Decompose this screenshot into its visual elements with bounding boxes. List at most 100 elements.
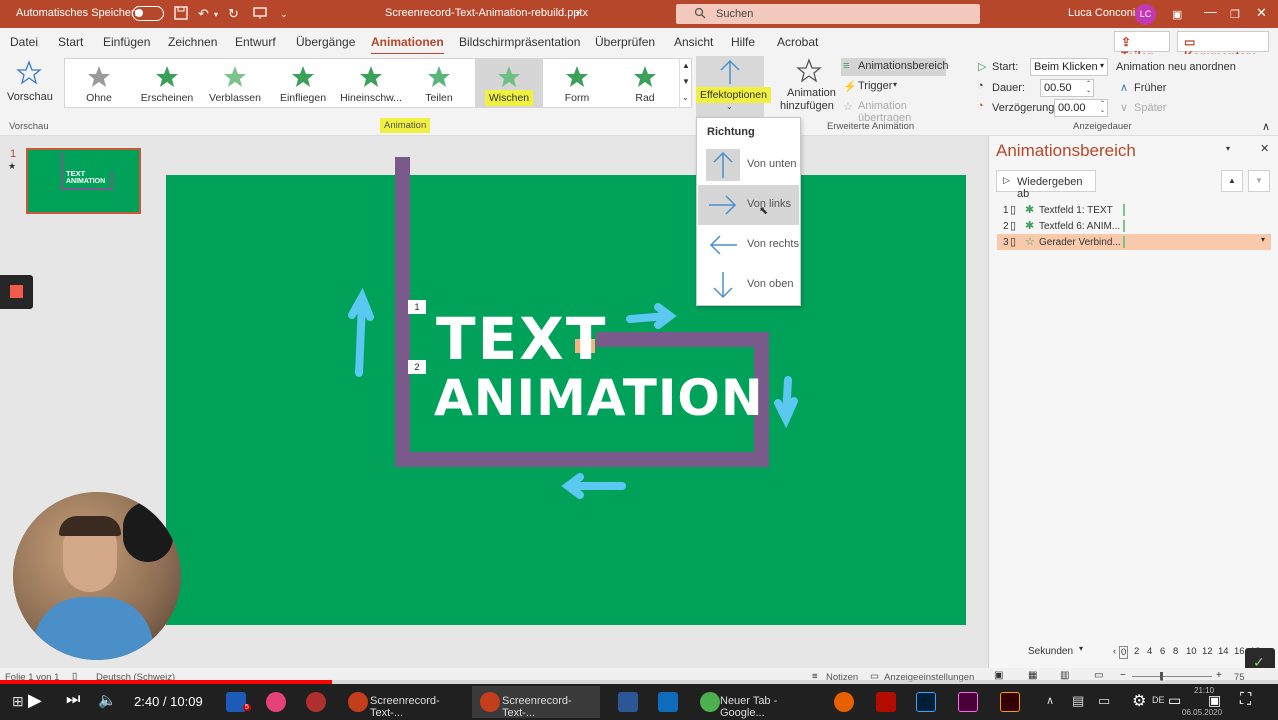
- subtitles-icon[interactable]: ▤: [1072, 693, 1084, 709]
- effect-hineinschweben[interactable]: Hineinschw...: [337, 59, 405, 107]
- present-icon[interactable]: [253, 6, 267, 23]
- avatar[interactable]: LC: [1135, 4, 1156, 25]
- tab-ueberpruefen[interactable]: Überprüfen: [595, 35, 655, 49]
- move-up-button[interactable]: ▲: [1221, 170, 1243, 192]
- animation-list-item[interactable]: 1 ▯ ✱ Textfeld 1: TEXT: [997, 202, 1271, 218]
- gallery-more-icon[interactable]: ⌄: [682, 93, 689, 102]
- animation-list-item[interactable]: 2 ▯ ✱ Textfeld 6: ANIM...: [997, 218, 1271, 234]
- start-select[interactable]: Beim Klicken ▾: [1030, 58, 1108, 76]
- direction-from-bottom[interactable]: Von unten: [698, 145, 799, 185]
- tab-hilfe[interactable]: Hilfe: [731, 35, 755, 49]
- tab-bildschirmpraesentation[interactable]: Bildschirmpräsentation: [459, 35, 580, 49]
- animation-pane-button[interactable]: ≡ Animationsbereich: [841, 58, 949, 76]
- preview-button[interactable]: Vorschau: [4, 58, 53, 114]
- effect-options-button[interactable]: Effektoptionen ⌄: [696, 56, 771, 118]
- later-button[interactable]: Später: [1134, 102, 1166, 114]
- tab-datei[interactable]: Datei: [10, 35, 38, 49]
- miniplayer-icon[interactable]: ▣: [1208, 692, 1221, 709]
- save-icon[interactable]: [174, 6, 188, 23]
- timeline-left-icon[interactable]: ‹: [1113, 646, 1116, 656]
- title-dropdown-icon[interactable]: ▾: [576, 9, 580, 18]
- duration-input[interactable]: 00.50 ⌃ ⌄: [1040, 79, 1094, 97]
- comments-button[interactable]: ▭ Kommentare: [1177, 31, 1269, 63]
- earlier-button[interactable]: Früher: [1134, 82, 1166, 94]
- direction-from-top[interactable]: Von oben: [698, 265, 799, 305]
- trigger-button[interactable]: ⚡ Trigger ▾: [843, 78, 943, 96]
- tray-chevron-icon[interactable]: ∧: [1046, 694, 1054, 707]
- spin-up-icon[interactable]: ⌃: [1100, 100, 1105, 107]
- tab-uebergaenge[interactable]: Übergänge: [296, 35, 355, 49]
- firefox-icon[interactable]: [834, 692, 854, 712]
- spin-up-icon[interactable]: ⌃: [1086, 80, 1091, 87]
- spin-down-icon[interactable]: ⌄: [1086, 87, 1091, 94]
- animation-list-item-selected[interactable]: 3 ▯ ☆ Gerader Verbind... ▾: [997, 234, 1271, 250]
- effect-wischen[interactable]: Wischen: [475, 59, 543, 107]
- next-icon[interactable]: ⏭: [66, 691, 80, 709]
- gallery-scroll[interactable]: ▲ ▼ ⌄: [679, 59, 691, 107]
- tab-start[interactable]: Start: [58, 35, 83, 49]
- tab-animationen[interactable]: Animationen: [371, 35, 444, 55]
- zoom-slider[interactable]: [1132, 676, 1212, 677]
- slide-canvas[interactable]: 1 2 3 TEXT ANIMATION: [166, 157, 966, 625]
- item-dropdown-icon[interactable]: ▾: [1261, 235, 1265, 244]
- photoshop-icon[interactable]: [916, 692, 936, 712]
- volume-icon[interactable]: 🔈: [98, 691, 117, 709]
- collapse-ribbon-icon[interactable]: ∧: [1262, 120, 1270, 133]
- effect-teilen[interactable]: Teilen: [405, 59, 473, 107]
- animation-painter-button[interactable]: ☆ Animation übertragen: [843, 98, 958, 124]
- play-from-button[interactable]: ▷ Wiedergeben ab: [996, 170, 1096, 200]
- pane-close-icon[interactable]: ✕: [1260, 142, 1269, 155]
- move-down-button[interactable]: ▼: [1248, 170, 1270, 192]
- theater-mode-icon[interactable]: ▭: [1168, 692, 1181, 709]
- taskbar-chrome[interactable]: Neuer Tab - Google...: [696, 686, 822, 719]
- fullscreen-icon[interactable]: ⛶: [1240, 691, 1251, 709]
- seconds-dropdown-icon[interactable]: ▾: [1079, 644, 1083, 653]
- word-icon[interactable]: [618, 692, 638, 712]
- tab-entwurf[interactable]: Entwurf: [235, 35, 276, 49]
- effect-verblassen[interactable]: Verblassen: [201, 59, 269, 107]
- tab-acrobat[interactable]: Acrobat: [777, 35, 818, 49]
- effect-form[interactable]: Form: [543, 59, 611, 107]
- search-box[interactable]: Suchen: [676, 4, 980, 24]
- undo-icon[interactable]: ↶: [198, 6, 209, 22]
- minimize-icon[interactable]: —: [1204, 4, 1217, 19]
- spin-down-icon[interactable]: ⌄: [1100, 107, 1105, 114]
- taskbar-powerpoint-2[interactable]: Screenrecord-Text-...: [472, 686, 600, 719]
- effect-rad[interactable]: Rad: [611, 59, 679, 107]
- effect-ohne[interactable]: Ohne: [65, 59, 133, 107]
- scroll-up-icon[interactable]: ▲: [682, 61, 690, 70]
- pane-options-icon[interactable]: ▾: [1226, 144, 1230, 153]
- tab-zeichnen[interactable]: Zeichnen: [168, 35, 217, 49]
- add-animation-button[interactable]: Animation hinzufügen: [778, 58, 840, 118]
- creative-cloud-icon[interactable]: [306, 692, 326, 712]
- mouse-cursor-icon: ⬉: [759, 205, 769, 217]
- share-button[interactable]: ⇪ Teilen: [1114, 31, 1170, 63]
- windows-start-icon[interactable]: ⊞: [12, 693, 24, 710]
- effect-erscheinen[interactable]: Erscheinen: [133, 59, 201, 107]
- restore-icon[interactable]: ❐: [1230, 8, 1240, 21]
- record-stop-button[interactable]: [0, 275, 33, 309]
- settings-gear-icon[interactable]: ⚙: [1132, 691, 1146, 711]
- tab-ansicht[interactable]: Ansicht: [674, 35, 713, 49]
- tab-einfuegen[interactable]: Einfügen: [103, 35, 150, 49]
- acrobat-icon[interactable]: [876, 692, 896, 712]
- subtitle-cc-icon[interactable]: ▭: [1098, 693, 1110, 709]
- effect-einfliegen[interactable]: Einfliegen: [269, 59, 337, 107]
- scroll-down-icon[interactable]: ▼: [682, 77, 690, 86]
- play-icon[interactable]: ▶: [28, 690, 42, 711]
- direction-from-left[interactable]: Von links: [698, 185, 799, 225]
- slide-thumbnail[interactable]: TEXT ANIMATION: [26, 148, 141, 214]
- undo-dropdown-icon[interactable]: ▾: [214, 10, 218, 19]
- ribbon-display-icon[interactable]: ▣: [1172, 8, 1182, 21]
- illustrator-icon[interactable]: [1000, 692, 1020, 712]
- outlook-icon[interactable]: [658, 692, 678, 712]
- close-icon[interactable]: ✕: [1256, 5, 1267, 21]
- direction-from-right[interactable]: Von rechts: [698, 225, 799, 265]
- itunes-icon[interactable]: [266, 692, 286, 712]
- autosave-toggle[interactable]: [132, 6, 164, 21]
- xd-icon[interactable]: [958, 692, 978, 712]
- delay-input[interactable]: 00.00 ⌃ ⌄: [1054, 99, 1108, 117]
- redo-icon[interactable]: ↻: [228, 6, 239, 22]
- taskbar-powerpoint-1[interactable]: Screenrecord-Text-...: [340, 686, 466, 719]
- customize-qat-icon[interactable]: ⌄: [280, 9, 288, 20]
